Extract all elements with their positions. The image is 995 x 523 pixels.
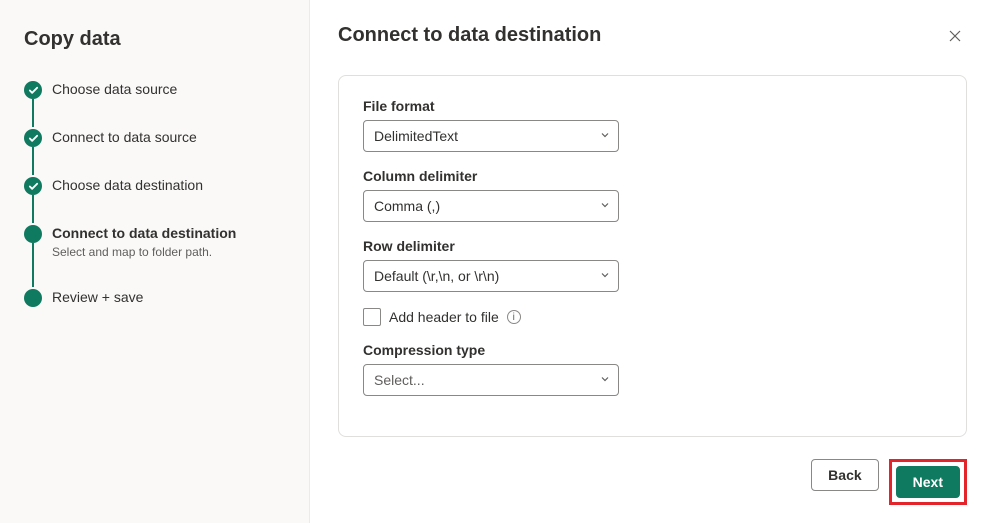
info-icon[interactable]: i xyxy=(507,310,521,324)
compression-group: Compression type Select... xyxy=(363,342,942,396)
step-label: Connect to data destination xyxy=(52,223,285,243)
close-icon xyxy=(947,28,963,44)
close-button[interactable] xyxy=(943,24,967,51)
row-delimiter-label: Row delimiter xyxy=(363,238,942,254)
column-delimiter-label: Column delimiter xyxy=(363,168,942,184)
add-header-label[interactable]: Add header to file xyxy=(389,309,499,325)
next-button[interactable]: Next xyxy=(896,466,960,498)
step-label: Review + save xyxy=(52,287,285,307)
step-label: Connect to data source xyxy=(52,127,285,147)
step-choose-data-source[interactable]: Choose data source xyxy=(24,79,285,127)
step-bullet-icon xyxy=(24,289,42,307)
compression-select[interactable]: Select... xyxy=(363,364,619,396)
step-connect-to-data-destination[interactable]: Connect to data destination Select and m… xyxy=(24,223,285,287)
column-delimiter-group: Column delimiter Comma (,) xyxy=(363,168,942,222)
add-header-row: Add header to file i xyxy=(363,308,942,326)
row-delimiter-select[interactable]: Default (\r,\n, or \r\n) xyxy=(363,260,619,292)
sidebar: Copy data Choose data source Connect to … xyxy=(0,0,310,523)
checkmark-icon xyxy=(24,129,42,147)
step-bullet-icon xyxy=(24,225,42,243)
step-connect-to-data-source[interactable]: Connect to data source xyxy=(24,127,285,175)
page-title: Connect to data destination xyxy=(338,24,601,47)
compression-label: Compression type xyxy=(363,342,942,358)
add-header-checkbox[interactable] xyxy=(363,308,381,326)
row-delimiter-group: Row delimiter Default (\r,\n, or \r\n) xyxy=(363,238,942,292)
form-card: File format DelimitedText Column delimit… xyxy=(338,75,967,437)
file-format-group: File format DelimitedText xyxy=(363,98,942,152)
main-header: Connect to data destination xyxy=(338,24,967,51)
checkmark-icon xyxy=(24,81,42,99)
column-delimiter-select[interactable]: Comma (,) xyxy=(363,190,619,222)
sidebar-title: Copy data xyxy=(24,28,285,51)
step-choose-data-destination[interactable]: Choose data destination xyxy=(24,175,285,223)
file-format-select[interactable]: DelimitedText xyxy=(363,120,619,152)
back-button[interactable]: Back xyxy=(811,459,878,491)
step-label: Choose data destination xyxy=(52,175,285,195)
step-label: Choose data source xyxy=(52,79,285,99)
step-subtitle: Select and map to folder path. xyxy=(52,245,285,259)
step-review-save[interactable]: Review + save xyxy=(24,287,285,307)
file-format-label: File format xyxy=(363,98,942,114)
steps-list: Choose data source Connect to data sourc… xyxy=(24,79,285,307)
main-panel: Connect to data destination File format … xyxy=(310,0,995,523)
next-button-highlight: Next xyxy=(889,459,967,505)
footer: Back Next xyxy=(338,443,967,505)
checkmark-icon xyxy=(24,177,42,195)
